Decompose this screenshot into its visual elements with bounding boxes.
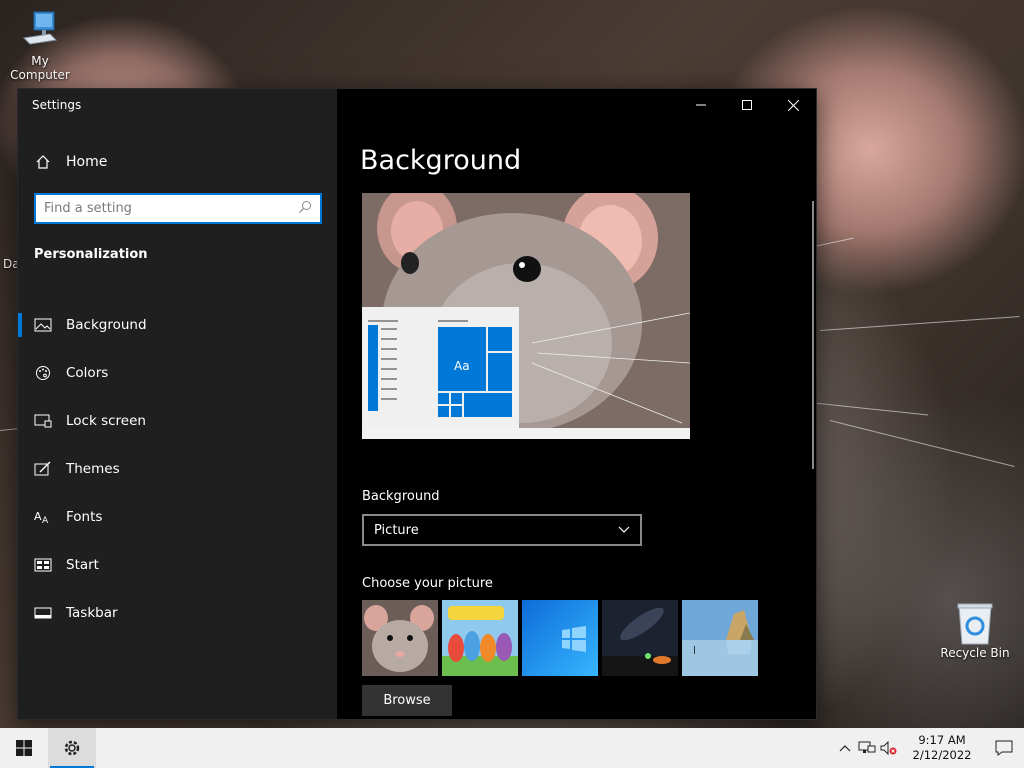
volume-muted-icon [880, 741, 897, 755]
home-nav-item[interactable]: Home [34, 151, 107, 173]
close-button[interactable] [770, 89, 816, 121]
sidebar-item-label: Taskbar [66, 605, 118, 621]
sidebar-item-themes[interactable]: Themes [18, 445, 337, 493]
sidebar-item-colors[interactable]: Colors [18, 349, 337, 397]
search-icon[interactable] [298, 199, 312, 218]
gear-icon [64, 740, 80, 756]
settings-content: Background Aa Background Picture Choose … [337, 89, 816, 719]
personalization-nav: Background Colors Lock screen Themes A A… [18, 301, 337, 637]
section-title: Personalization [34, 247, 148, 262]
start-icon [34, 556, 52, 574]
desktop-preview: Aa [362, 193, 690, 439]
recycle-bin-icon [955, 602, 995, 645]
network-icon [858, 741, 876, 753]
chevron-down-icon [618, 526, 630, 533]
wallpaper-whisker [829, 420, 1015, 467]
sidebar-item-lock-screen[interactable]: Lock screen [18, 397, 337, 445]
taskbar: 9:17 AM 2/12/2022 [0, 728, 1024, 768]
window-title: Settings [32, 98, 82, 112]
action-center-button[interactable] [984, 728, 1024, 768]
volume-button[interactable] [878, 728, 900, 768]
background-icon [34, 316, 52, 334]
close-icon [787, 99, 799, 111]
choose-picture-label: Choose your picture [362, 576, 493, 591]
sidebar-item-label: Colors [66, 365, 109, 381]
preview-start-menu: Aa [362, 307, 519, 428]
desktop-icon-label: Recycle Bin [940, 646, 1010, 660]
picture-thumbnail-windows[interactable] [522, 600, 598, 676]
maximize-button[interactable] [724, 89, 770, 121]
sidebar-item-taskbar[interactable]: Taskbar [18, 589, 337, 637]
computer-icon [20, 10, 60, 50]
home-label: Home [66, 154, 108, 170]
sidebar-item-label: Background [66, 317, 147, 333]
wallpaper-whisker [819, 316, 1020, 331]
show-hidden-icons-button[interactable] [834, 728, 856, 768]
caption-buttons [678, 89, 816, 121]
clock-time: 9:17 AM [918, 733, 966, 747]
start-button[interactable] [0, 728, 48, 768]
picture-thumbnail-night-sky[interactable] [602, 600, 678, 676]
clock-date: 2/12/2022 [912, 748, 972, 762]
sidebar-item-label: Start [66, 557, 99, 573]
picture-thumbnail-beach[interactable] [682, 600, 758, 676]
picture-thumbnails [362, 600, 758, 676]
svg-text:A: A [34, 510, 42, 523]
preview-start-tiles [368, 320, 512, 417]
desktop-icon-label: My Computer [10, 54, 70, 82]
notification-icon [995, 740, 1013, 756]
background-type-value: Picture [374, 522, 419, 538]
sidebar-item-label: Lock screen [66, 413, 146, 429]
settings-sidebar: Settings Home Personalization Background [18, 89, 337, 719]
clock[interactable]: 9:17 AM 2/12/2022 [906, 733, 978, 763]
search-input[interactable] [44, 201, 298, 216]
sidebar-item-label: Fonts [66, 509, 103, 525]
sidebar-item-background[interactable]: Background [18, 301, 337, 349]
content-scrollbar[interactable] [812, 201, 814, 469]
network-button[interactable] [856, 728, 878, 768]
browse-button[interactable]: Browse [362, 685, 452, 716]
preview-tile-text: Aa [454, 359, 470, 373]
minimize-icon [696, 104, 706, 106]
system-tray: 9:17 AM 2/12/2022 [834, 728, 1024, 768]
chevron-up-icon [839, 745, 851, 752]
minimize-button[interactable] [678, 89, 724, 121]
taskbar-settings-app[interactable] [48, 728, 96, 768]
my-computer-desktop-icon[interactable]: My Computer [0, 10, 80, 82]
settings-window: Settings Home Personalization Background [17, 88, 817, 720]
recycle-bin-desktop-icon[interactable]: Recycle Bin [935, 602, 1015, 660]
sidebar-item-start[interactable]: Start [18, 541, 337, 589]
picture-thumbnail-cartoon[interactable] [442, 600, 518, 676]
fonts-icon: AA [34, 508, 52, 526]
wallpaper-whisker [0, 428, 18, 431]
maximize-icon [742, 100, 752, 110]
svg-text:A: A [42, 516, 49, 525]
background-type-label: Background [362, 489, 440, 504]
taskbar-icon [34, 604, 52, 622]
sidebar-item-label: Themes [66, 461, 120, 477]
sidebar-item-fonts[interactable]: AA Fonts [18, 493, 337, 541]
search-box[interactable] [34, 193, 322, 224]
palette-icon [34, 364, 52, 382]
background-type-select[interactable]: Picture [362, 514, 642, 546]
themes-icon [34, 460, 52, 478]
windows-logo-icon [16, 740, 32, 756]
lock-screen-icon [34, 412, 52, 430]
page-title: Background [360, 145, 522, 176]
preview-taskbar [362, 428, 690, 439]
home-icon [34, 153, 52, 171]
picture-thumbnail-rat[interactable] [362, 600, 438, 676]
